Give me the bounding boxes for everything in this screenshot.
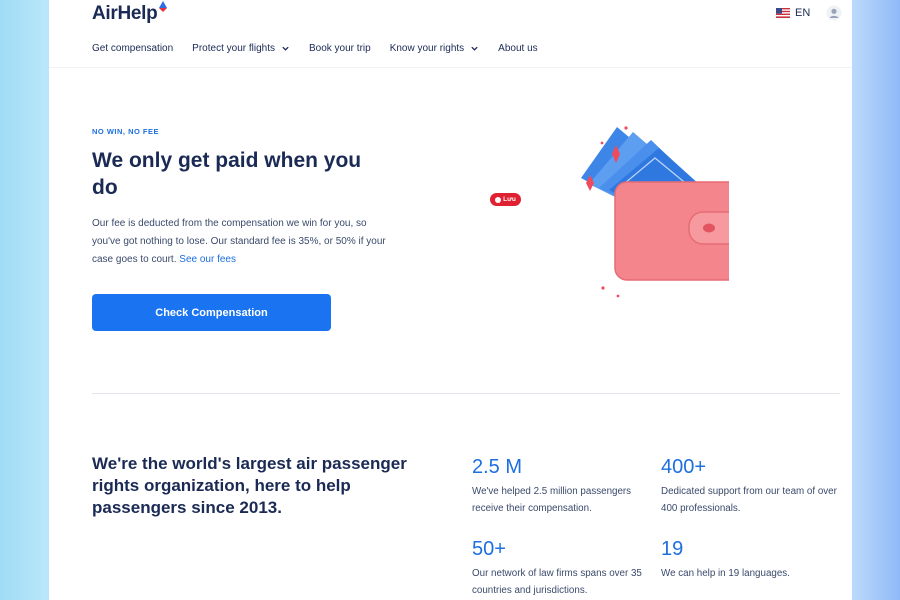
hero-body-text: Our fee is deducted from the compensatio…: [92, 218, 386, 265]
logo-text: AirHelp: [92, 3, 158, 24]
chevron-down-icon: [471, 46, 478, 51]
section-divider: [92, 393, 840, 394]
nav-protect-your-flights[interactable]: Protect your flights: [192, 43, 290, 54]
nav-label: Know your rights: [389, 43, 465, 54]
language-label: EN: [795, 7, 811, 19]
stat-languages: 19 We can help in 19 languages.: [661, 537, 846, 582]
airhelp-logo[interactable]: AirHelp: [92, 1, 168, 25]
stat-description: We can help in 19 languages.: [661, 568, 790, 579]
check-compensation-button[interactable]: Check Compensation: [92, 294, 331, 331]
language-selector[interactable]: EN: [776, 7, 810, 19]
see-our-fees-link[interactable]: See our fees: [179, 254, 236, 265]
user-icon[interactable]: [826, 5, 842, 21]
us-flag-icon: [776, 8, 790, 18]
stat-passengers: 2.5 M We've helped 2.5 million passenger…: [472, 455, 657, 517]
pinterest-icon: [495, 196, 502, 203]
stat-number: 19: [661, 538, 684, 560]
nav-label: Get compensation: [92, 43, 174, 54]
nav-about-us[interactable]: About us: [498, 43, 537, 54]
stat-description: We've helped 2.5 million passengers rece…: [472, 486, 632, 514]
hero-heading: We only get paid when you do: [92, 149, 362, 199]
airhelp-logo-mark-icon: [159, 1, 168, 12]
pin-label: Lưu: [503, 196, 516, 203]
pinterest-save-button[interactable]: Lưu: [490, 193, 521, 206]
stat-team: 400+ Dedicated support from our team of …: [661, 455, 846, 517]
chevron-down-icon: [282, 46, 289, 51]
main-nav: Get compensation Protect your flights Bo…: [92, 43, 557, 54]
hero-eyebrow: NO WIN, NO FEE: [92, 127, 159, 136]
hero-body: Our fee is deducted from the compensatio…: [92, 215, 392, 269]
stat-number: 2.5 M: [472, 456, 523, 478]
nav-label: Book your trip: [308, 43, 371, 54]
nav-label: About us: [498, 43, 538, 54]
stat-description: Our network of law firms spans over 35 c…: [472, 568, 642, 596]
wallet-illustration: [581, 126, 729, 298]
nav-book-your-trip[interactable]: Book your trip: [309, 43, 371, 54]
org-heading: We're the world's largest air passenger …: [92, 454, 407, 517]
stat-description: Dedicated support from our team of over …: [661, 486, 837, 514]
stat-number: 400+: [661, 456, 707, 478]
nav-know-your-rights[interactable]: Know your rights: [390, 43, 479, 54]
top-bar: AirHelp EN Get compensation Protect your…: [49, 0, 852, 68]
stat-law-firms: 50+ Our network of law firms spans over …: [472, 537, 657, 599]
wallet-clasp: [703, 223, 715, 233]
stat-number: 50+: [472, 538, 506, 560]
nav-get-compensation[interactable]: Get compensation: [92, 43, 173, 54]
page: AirHelp EN Get compensation Protect your…: [49, 0, 852, 600]
nav-label: Protect your flights: [192, 43, 275, 54]
